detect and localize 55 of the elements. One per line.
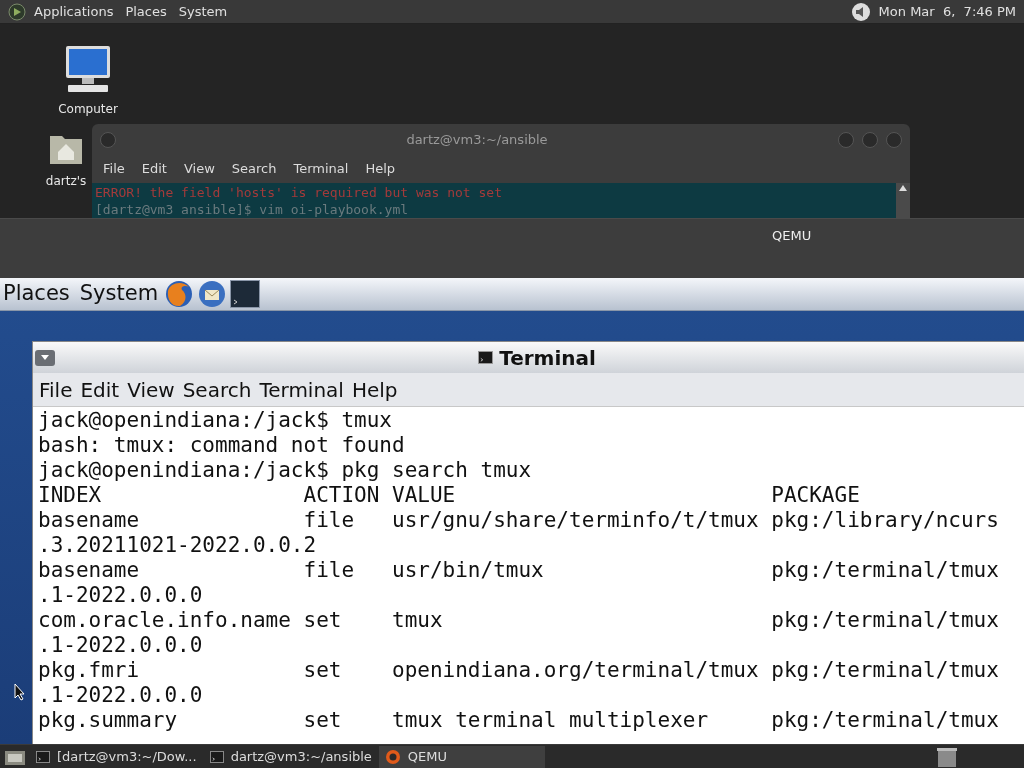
menu-item[interactable]: Terminal [255, 374, 348, 405]
speaker-icon[interactable] [850, 1, 871, 22]
terminal-line: jack@openindiana:/jack$ pkg search tmux [38, 458, 533, 483]
menu-item[interactable]: Search [223, 159, 285, 179]
menu-item[interactable]: Search [178, 374, 256, 405]
terminal-line: jack@openindiana:/jack$ tmux [38, 408, 393, 433]
terminal-line: bash: tmux: command not found [38, 433, 406, 458]
window-title: QEMU [772, 227, 812, 244]
clock[interactable]: Mon Mar 6, 7:46 PM [878, 1, 1016, 22]
panel-menu[interactable]: Places [125, 1, 167, 22]
terminal-icon[interactable] [230, 280, 261, 308]
menu-item[interactable]: Help [347, 374, 402, 405]
menu-item[interactable]: Edit [133, 159, 175, 179]
caret-icon [41, 355, 49, 360]
window-menu-button[interactable] [35, 349, 55, 366]
terminal-line: .1-2022.0.0.0 [38, 583, 204, 608]
window-title: dartz@vm3:~/ansible [405, 130, 549, 149]
mouse-cursor-icon [14, 683, 26, 701]
taskbar-button[interactable]: QEMU [378, 745, 545, 768]
terminal-line: basename file usr/gnu/share/terminfo/t/tmux pkg:/library/ncurs [38, 508, 1000, 533]
menu-item[interactable]: Help [357, 159, 404, 179]
mail-client-icon[interactable] [197, 279, 228, 309]
play-logo-icon[interactable] [8, 2, 26, 21]
menu-item[interactable]: Edit [76, 374, 124, 405]
terminal-icon [36, 750, 50, 763]
qemu-icon [384, 748, 401, 765]
scroll-up-icon[interactable] [899, 185, 907, 191]
terminal-line: .1-2022.0.0.0 [38, 683, 204, 708]
desktop-icon-label[interactable]: dartz's [45, 172, 87, 190]
menu-item[interactable]: File [35, 374, 77, 405]
terminal-line: pkg.summary set tmux terminal multiplexer pkg:/terminal/tmux [38, 708, 1000, 733]
panel-menu[interactable]: Applications [34, 1, 114, 22]
trash-icon[interactable] [936, 746, 958, 767]
terminal-line: INDEX ACTION VALUE PACKAGE [38, 483, 861, 508]
panel-menu[interactable]: System [178, 1, 228, 22]
terminal-icon [478, 351, 494, 364]
menu-item[interactable]: View [175, 159, 223, 179]
scrollbar[interactable] [896, 183, 910, 218]
terminal-line: com.oracle.info.name set tmux pkg:/terminal/tmux [38, 608, 1000, 633]
terminal-line: .1-2022.0.0.0 [38, 633, 204, 658]
terminal-line: .3.20211021-2022.0.0.2 [38, 533, 318, 558]
window-title: Terminal [499, 344, 596, 372]
desktop-icon-label[interactable]: Computer [58, 100, 118, 118]
terminal-line: basename file usr/bin/tmux pkg:/terminal/tmux [38, 558, 1000, 583]
taskbar-button[interactable]: dartz@vm3:~/ansible [203, 745, 378, 768]
terminal-line: ERROR! the field 'hosts' is required but was not set [95, 184, 503, 201]
panel-menu[interactable]: Places [3, 278, 70, 310]
terminal-line: [dartz@vm3 ansible]$ vim oi-playbook.yml [95, 201, 410, 218]
terminal-icon [209, 750, 224, 763]
panel-menu[interactable]: System [79, 278, 159, 310]
menu-item[interactable]: Terminal [285, 159, 357, 179]
taskbar-button[interactable]: [dartz@vm3:~/Dow... [30, 745, 203, 768]
terminal-line: pkg.fmri set openindiana.org/terminal/tmux pkg:/terminal/tmux [38, 658, 1000, 683]
menu-item[interactable]: File [95, 159, 133, 179]
menu-item[interactable]: View [123, 374, 179, 405]
